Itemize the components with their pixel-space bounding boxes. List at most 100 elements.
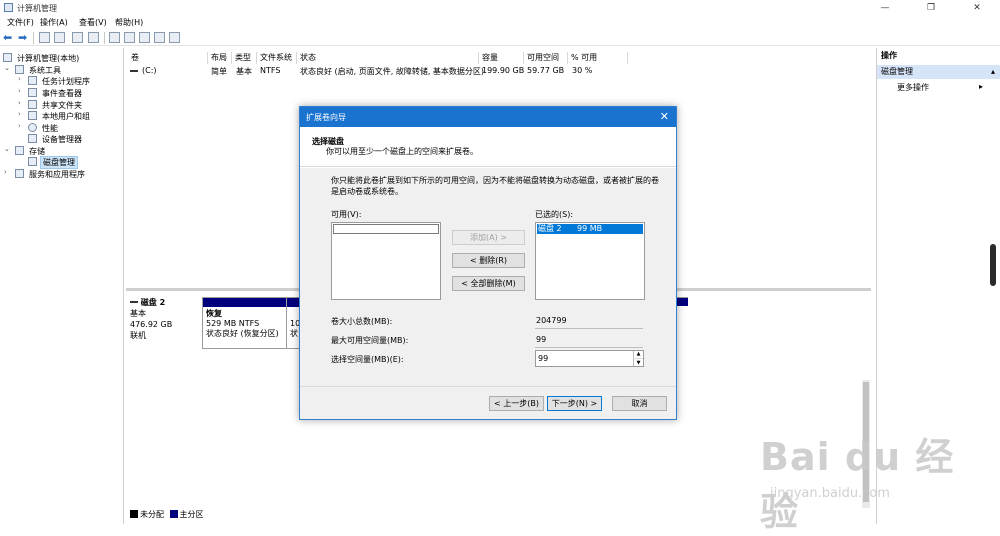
tools-icon [15, 65, 24, 74]
column-header-capacity[interactable]: 容量 [479, 52, 524, 64]
side-scroll-indicator [990, 244, 996, 286]
clock-icon [28, 76, 37, 85]
total-size-value: 204799 [536, 316, 567, 325]
list-view-icon[interactable] [169, 32, 180, 43]
remove-all-button[interactable]: < 全部删除(M) [452, 276, 525, 291]
chevron-right-icon: ▸ [979, 82, 984, 91]
dialog-title-bar: 扩展卷向导 ✕ [300, 107, 676, 127]
column-header-pct-free[interactable]: % 可用 [568, 52, 628, 64]
next-button[interactable]: 下一步(N) > [547, 396, 602, 411]
users-icon [28, 111, 37, 120]
dialog-subheading: 你可以用至少一个磁盘上的空间来扩展卷。 [326, 147, 478, 156]
disk-info[interactable]: 磁盘 2 基本 476.92 GB 联机 [130, 297, 200, 341]
column-header-type[interactable]: 类型 [232, 52, 257, 64]
selected-label: 已选的(S): [535, 210, 574, 219]
cell-status: 状态良好 (启动, 页面文件, 故障转储, 基本数据分区) [300, 67, 485, 76]
title-bar: 计算机管理 — ❐ ✕ [0, 0, 1000, 16]
column-header-status[interactable]: 状态 [297, 52, 479, 64]
minimize-button[interactable]: — [862, 0, 908, 16]
chevron-right-icon[interactable]: › [4, 168, 7, 176]
dialog-header: 选择磁盘 你可以用至少一个磁盘上的空间来扩展卷。 [300, 127, 676, 167]
actions-section-disk-management[interactable]: 磁盘管理 ▴ [877, 65, 1000, 79]
more-actions[interactable]: 更多操作 ▸ [897, 82, 983, 93]
cell-free: 59.77 GB [527, 66, 565, 75]
menu-action[interactable]: 操作(A) [40, 17, 68, 28]
event-viewer-icon [28, 88, 37, 97]
help-icon[interactable] [72, 32, 83, 43]
chevron-right-icon[interactable]: › [18, 122, 21, 130]
chevron-right-icon[interactable]: › [18, 110, 21, 118]
cancel-button[interactable]: 取消 [612, 396, 667, 411]
legend-unallocated: 未分配 [140, 510, 164, 519]
maximize-button[interactable]: ❐ [908, 0, 954, 16]
properties-icon[interactable] [88, 32, 99, 43]
computer-management-window: 计算机管理 — ❐ ✕ 文件(F) 操作(A) 查看(V) 帮助(H) ⬅ ➡ … [0, 0, 1000, 536]
total-size-label: 卷大小总数(MB): [331, 317, 393, 326]
search-icon[interactable] [154, 32, 165, 43]
menu-file[interactable]: 文件(F) [7, 17, 34, 28]
disk-size: 476.92 GB [130, 320, 173, 329]
dialog-close-icon[interactable]: ✕ [660, 110, 669, 123]
up-folder-icon[interactable] [39, 32, 50, 43]
partition-bar-right [676, 297, 688, 306]
computer-icon [3, 53, 12, 62]
partition-main[interactable]: 10 状 [286, 297, 300, 349]
cell-layout: 简单 [211, 67, 227, 76]
select-space-stepper[interactable]: 99 ▲ ▼ [535, 350, 644, 367]
shared-folder-icon [28, 100, 37, 109]
new-folder-icon[interactable] [139, 32, 150, 43]
chevron-right-icon[interactable]: › [18, 99, 21, 107]
device-manager-icon [28, 134, 37, 143]
collapse-arrow-icon[interactable]: ▴ [991, 65, 995, 79]
extend-volume-wizard: 扩展卷向导 ✕ 选择磁盘 你可以用至少一个磁盘上的空间来扩展卷。 你只能将此卷扩… [299, 106, 677, 420]
legend-unallocated-swatch [130, 510, 138, 518]
disk-type: 基本 [130, 309, 146, 318]
add-button[interactable]: 添加(A) > [452, 230, 525, 245]
performance-icon [28, 123, 37, 132]
computer-management-icon [4, 3, 13, 12]
toolbar: ⬅ ➡ [0, 30, 1000, 46]
partition-size: 10 [290, 319, 300, 328]
available-list-item[interactable] [333, 224, 439, 234]
partition-name: 恢复 [206, 309, 222, 318]
partition-recovery[interactable]: 恢复 529 MB NTFS 状态良好 (恢复分区) [202, 297, 287, 349]
available-listbox[interactable] [331, 222, 441, 300]
cell-type: 基本 [236, 67, 252, 76]
disk-bar-icon [130, 301, 138, 303]
chevron-right-icon[interactable]: › [18, 87, 21, 95]
forward-arrow-icon[interactable]: ➡ [18, 32, 29, 43]
chevron-right-icon[interactable]: › [18, 75, 21, 83]
column-header-layout[interactable]: 布局 [208, 52, 232, 64]
menu-bar: 文件(F) 操作(A) 查看(V) 帮助(H) [0, 16, 1000, 30]
selected-listbox[interactable]: 磁盘 2 99 MB [535, 222, 645, 300]
menu-view[interactable]: 查看(V) [79, 17, 107, 28]
select-space-value[interactable]: 99 [538, 354, 548, 363]
column-header-filesystem[interactable]: 文件系统 [257, 52, 297, 64]
back-arrow-icon[interactable]: ⬅ [3, 32, 14, 43]
back-button[interactable]: < 上一步(B) [489, 396, 544, 411]
dialog-title: 扩展卷向导 [306, 113, 346, 122]
storage-icon [15, 146, 24, 155]
check-icon[interactable] [124, 32, 135, 43]
services-icon [15, 169, 24, 178]
column-header-volume[interactable]: 卷 [128, 52, 208, 64]
watermark-url: jingyan.baidu.com [770, 486, 890, 501]
legend-primary: 主分区 [179, 510, 204, 519]
select-space-label: 选择空间量(MB)(E): [331, 355, 404, 364]
partition-status: 状 [290, 329, 298, 338]
dialog-description: 你只能将此卷扩展到如下所示的可用空间，因为不能将磁盘转换为动态磁盘，或者被扩展的… [331, 176, 659, 196]
show-hide-tree-icon[interactable] [54, 32, 65, 43]
legend-primary-swatch [169, 510, 178, 518]
chevron-down-icon[interactable]: ⌄ [4, 145, 10, 153]
spin-down-icon[interactable]: ▼ [633, 358, 643, 366]
remove-button[interactable]: < 删除(R) [452, 253, 525, 268]
connect-icon[interactable] [109, 32, 120, 43]
close-button[interactable]: ✕ [954, 0, 1000, 16]
menu-help[interactable]: 帮助(H) [115, 17, 143, 28]
watermark-brand: Bai du 经验 [760, 435, 955, 534]
spin-up-icon[interactable]: ▲ [633, 351, 643, 358]
chevron-down-icon[interactable]: ⌄ [4, 64, 10, 72]
selected-list-item[interactable]: 磁盘 2 99 MB [537, 224, 643, 234]
column-header-free[interactable]: 可用空间 [524, 52, 568, 64]
partition-size: 529 MB NTFS [206, 319, 260, 328]
